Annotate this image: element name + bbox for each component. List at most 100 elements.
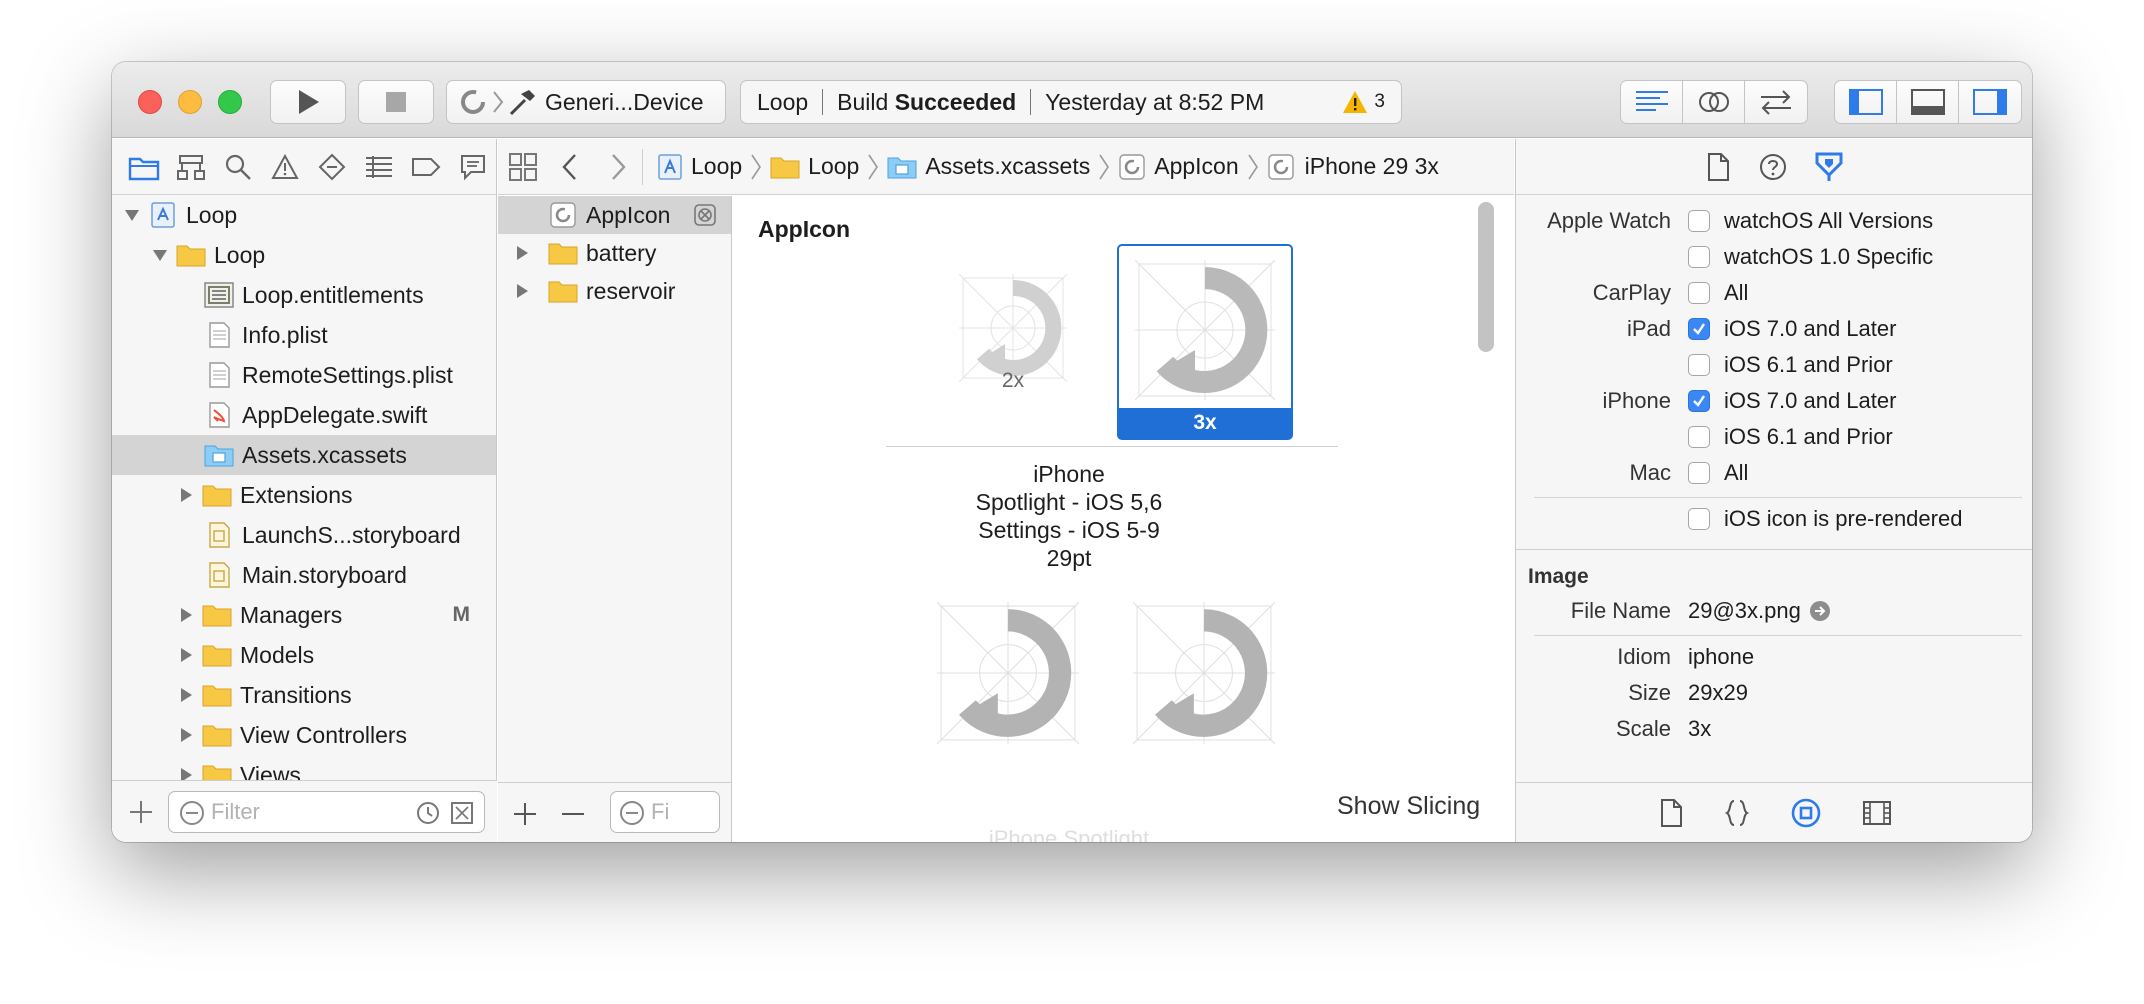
- warning-indicator[interactable]: 3: [1342, 90, 1385, 114]
- filter-placeholder: Filter: [211, 799, 260, 824]
- folder-icon: [128, 157, 159, 180]
- crumb-appicon[interactable]: AppIcon: [1118, 152, 1266, 182]
- tree-item-extensions[interactable]: Extensions: [112, 475, 496, 515]
- toggle-debug-area-button[interactable]: [1897, 81, 1959, 123]
- tree-item-transitions[interactable]: Transitions: [112, 675, 496, 715]
- minimize-window-button[interactable]: [178, 90, 202, 114]
- crumb-iphone-29-3x[interactable]: iPhone 29 3x: [1267, 153, 1439, 181]
- scheme-selector[interactable]: Generi...Device: [446, 80, 726, 124]
- toggle-inspector-button[interactable]: [1959, 81, 2021, 123]
- disclosure-closed-icon[interactable]: [178, 727, 194, 743]
- disclosure-open-icon[interactable]: [124, 207, 140, 223]
- crumb-loop-project[interactable]: Loop: [657, 152, 770, 182]
- assistant-editor-button[interactable]: [1683, 81, 1745, 123]
- symbol-navigator-tab[interactable]: [167, 147, 214, 187]
- tree-item-loop-folder[interactable]: Loop: [112, 235, 496, 275]
- reveal-arrow-icon[interactable]: [1809, 600, 1831, 622]
- asset-item-reservoir[interactable]: reservoir: [498, 272, 731, 310]
- folder-icon: [176, 245, 206, 267]
- recent-files-icon[interactable]: [416, 801, 440, 825]
- add-icon[interactable]: [128, 799, 154, 825]
- tree-item-app-delegate[interactable]: AppDelegate.swift: [112, 395, 496, 435]
- prerendered-checkbox[interactable]: [1688, 508, 1710, 530]
- slot-group2-2x[interactable]: 2x: [933, 602, 1083, 748]
- tree-item-entitlements[interactable]: Loop.entitlements: [112, 275, 496, 315]
- device-checkbox[interactable]: [1688, 210, 1710, 232]
- show-slicing-button[interactable]: Show Slicing: [1337, 792, 1480, 821]
- device-group-label: iPhone: [1602, 388, 1671, 413]
- remove-icon[interactable]: [560, 801, 586, 827]
- version-editor-button[interactable]: [1745, 81, 1807, 123]
- attributes-inspector-icon[interactable]: [1814, 151, 1844, 183]
- tree-item-main-storyboard[interactable]: Main.storyboard: [112, 555, 496, 595]
- project-navigator-tab[interactable]: [120, 147, 167, 187]
- scm-filter-icon[interactable]: [450, 801, 474, 825]
- toggle-navigator-button[interactable]: [1835, 81, 1897, 123]
- disclosure-open-icon[interactable]: [152, 247, 168, 263]
- disclosure-closed-icon[interactable]: [514, 283, 530, 299]
- tree-item-launch-storyboard[interactable]: LaunchS...storyboard: [112, 515, 496, 555]
- slot-iphone-29-2x[interactable]: 2x: [943, 246, 1083, 396]
- slot-iphone-29-3x[interactable]: 3x: [1117, 244, 1293, 440]
- device-checkbox[interactable]: [1688, 462, 1710, 484]
- tree-item-label: Info.plist: [242, 321, 328, 348]
- device-checkbox[interactable]: [1688, 318, 1710, 340]
- disclosure-closed-icon[interactable]: [178, 687, 194, 703]
- app-icon-placeholder-icon: [1133, 602, 1275, 744]
- report-navigator-tab[interactable]: [449, 147, 496, 187]
- disclosure-closed-icon[interactable]: [178, 487, 194, 503]
- debug-navigator-tab[interactable]: [355, 147, 402, 187]
- tree-item-info-plist[interactable]: Info.plist: [112, 315, 496, 355]
- forward-arrow-icon[interactable]: [608, 152, 628, 182]
- media-library-icon[interactable]: [1862, 799, 1892, 827]
- back-arrow-icon[interactable]: [560, 152, 580, 182]
- disclosure-closed-icon[interactable]: [178, 767, 194, 780]
- add-icon[interactable]: [512, 801, 538, 827]
- asset-error-icon[interactable]: [693, 203, 717, 227]
- find-navigator-tab[interactable]: [214, 147, 261, 187]
- caption-line-faded: iPhone Spotlight: [988, 826, 1150, 842]
- issue-navigator-tab[interactable]: [261, 147, 308, 187]
- device-checkbox[interactable]: [1688, 390, 1710, 412]
- tree-item-remote-settings-plist[interactable]: RemoteSettings.plist: [112, 355, 496, 395]
- tree-item-loop-project[interactable]: Loop: [112, 195, 496, 235]
- disclosure-closed-icon[interactable]: [514, 245, 530, 261]
- run-button[interactable]: [270, 80, 346, 124]
- file-template-library-icon[interactable]: [1658, 798, 1684, 828]
- asset-item-appicon[interactable]: AppIcon: [498, 196, 731, 234]
- slot-group2-3x[interactable]: 3x: [1129, 602, 1279, 748]
- standard-editor-button[interactable]: [1621, 81, 1683, 123]
- idiom-row: Idiom iphone: [1516, 639, 2032, 675]
- disclosure-closed-icon[interactable]: [178, 607, 194, 623]
- idiom-value: iphone: [1688, 644, 1755, 669]
- quick-help-icon[interactable]: [1758, 152, 1788, 182]
- code-snippet-library-icon[interactable]: [1724, 798, 1750, 828]
- file-inspector-icon[interactable]: [1704, 152, 1732, 182]
- tree-item-models[interactable]: Models: [112, 635, 496, 675]
- disclosure-closed-icon[interactable]: [178, 647, 194, 663]
- test-navigator-tab[interactable]: [308, 147, 355, 187]
- canvas-scrollbar[interactable]: [1478, 202, 1494, 352]
- breakpoint-navigator-tab[interactable]: [402, 147, 449, 187]
- device-checkbox[interactable]: [1688, 354, 1710, 376]
- close-window-button[interactable]: [138, 90, 162, 114]
- navigator-filter-field[interactable]: Filter: [168, 791, 485, 833]
- device-checkbox[interactable]: [1688, 282, 1710, 304]
- entitlements-file-icon: [204, 282, 234, 308]
- related-items-icon[interactable]: [508, 152, 538, 182]
- tree-item-view-controllers[interactable]: View Controllers: [112, 715, 496, 755]
- zoom-window-button[interactable]: [218, 90, 242, 114]
- asset-filter-field[interactable]: Fi: [610, 791, 720, 833]
- debug-area-icon: [1910, 89, 1945, 115]
- tree-item-assets-xcassets[interactable]: Assets.xcassets: [112, 435, 496, 475]
- tree-item-views[interactable]: Views: [112, 755, 496, 780]
- device-checkbox[interactable]: [1688, 426, 1710, 448]
- crumb-label: AppIcon: [1154, 153, 1239, 179]
- asset-item-battery[interactable]: battery: [498, 234, 731, 272]
- crumb-assets[interactable]: Assets.xcassets: [887, 152, 1118, 182]
- stop-button[interactable]: [358, 80, 434, 124]
- object-library-icon[interactable]: [1790, 797, 1822, 829]
- tree-item-managers[interactable]: Managers M: [112, 595, 496, 635]
- device-checkbox[interactable]: [1688, 246, 1710, 268]
- crumb-loop-folder[interactable]: Loop: [770, 152, 887, 182]
